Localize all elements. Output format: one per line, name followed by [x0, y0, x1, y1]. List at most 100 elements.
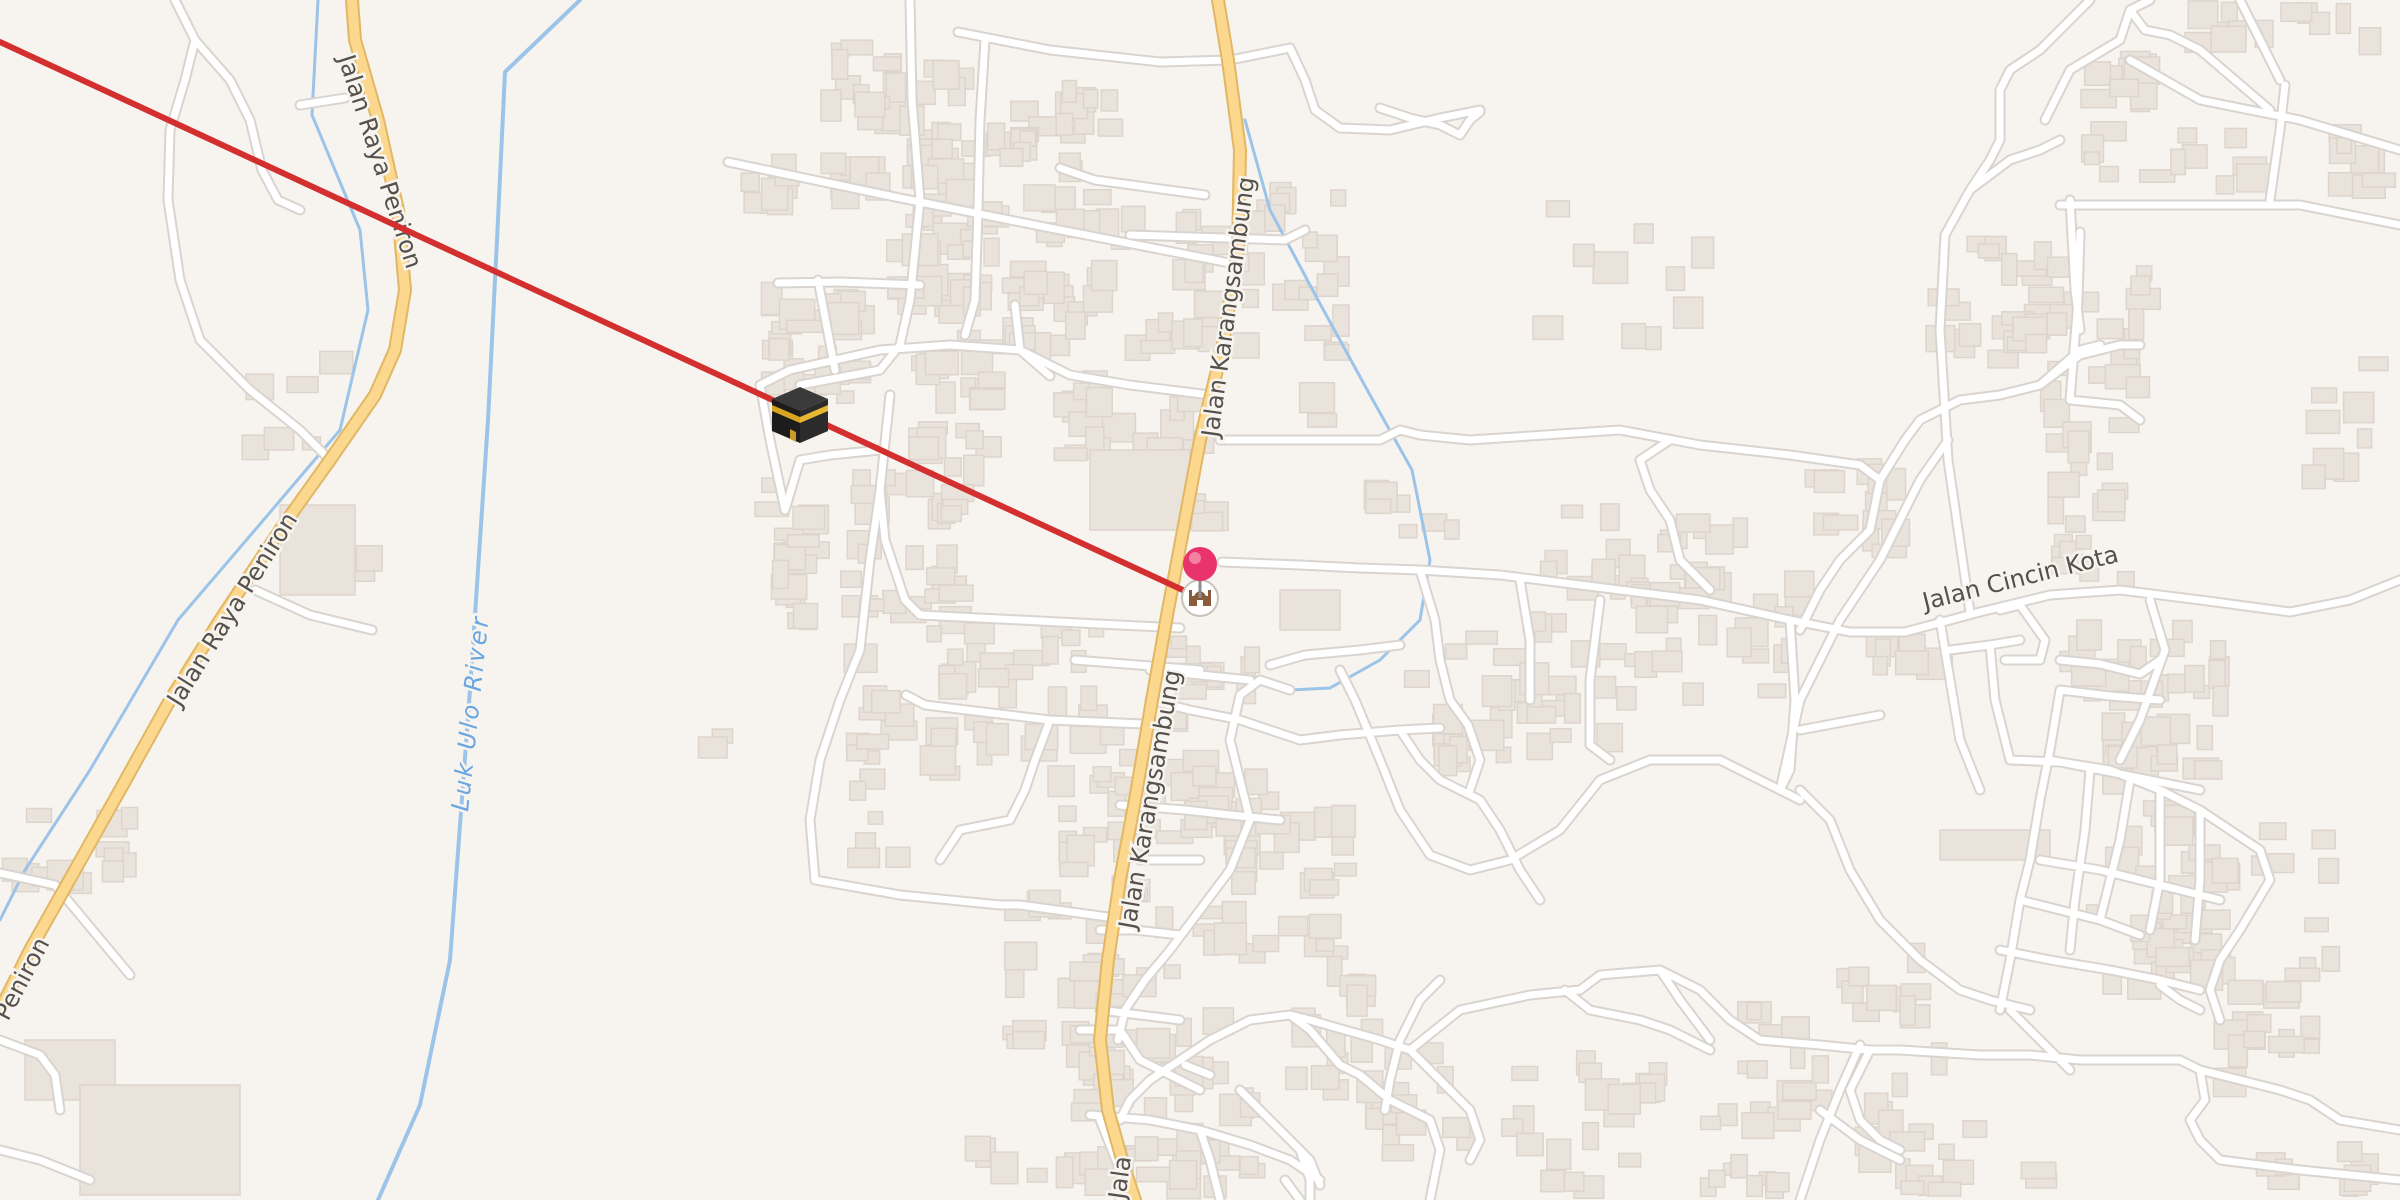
building [965, 429, 984, 450]
building [999, 147, 1024, 168]
building [1329, 189, 1347, 207]
building [768, 337, 790, 361]
building [1333, 862, 1357, 877]
building [2358, 27, 2382, 56]
building [2310, 387, 2338, 404]
building [2361, 172, 2397, 188]
building [1364, 498, 1392, 515]
building [25, 807, 53, 824]
kaaba-icon[interactable] [772, 387, 828, 443]
large-building [1279, 589, 1341, 631]
building [1443, 519, 1460, 540]
building [2193, 759, 2223, 780]
building [1134, 1136, 1159, 1162]
building [740, 172, 761, 193]
building [1012, 1030, 1046, 1050]
building [1120, 205, 1146, 233]
building [1090, 259, 1118, 292]
building [771, 559, 790, 590]
building [925, 567, 956, 586]
building [2096, 489, 2126, 513]
building [946, 648, 964, 666]
building [2187, 0, 2219, 30]
building [120, 806, 139, 830]
building [1977, 243, 2000, 259]
building [2181, 144, 2208, 169]
building [1526, 705, 1557, 724]
building [969, 388, 1006, 410]
building [2335, 2, 2352, 35]
building [977, 667, 1010, 688]
building [1304, 325, 1332, 342]
building [2083, 61, 2112, 87]
building [1381, 1143, 1415, 1162]
building [1866, 984, 1898, 1012]
building [2047, 496, 2065, 525]
building [1592, 251, 1629, 285]
building [1697, 614, 1718, 646]
building [1540, 1169, 1566, 1193]
building [820, 152, 847, 175]
building [2064, 515, 2086, 533]
building [2210, 25, 2247, 53]
building [931, 138, 953, 160]
building [1891, 1072, 1909, 1098]
building [2336, 1141, 2363, 1163]
building [2096, 452, 2114, 471]
building [319, 350, 354, 375]
building [1730, 1153, 1749, 1179]
building [926, 625, 942, 643]
building [1080, 685, 1098, 712]
building [867, 810, 884, 825]
building [908, 436, 940, 461]
building [1900, 1180, 1925, 1196]
building [1682, 682, 1704, 706]
building [2284, 967, 2321, 982]
building [1135, 1166, 1173, 1183]
building [1315, 938, 1335, 952]
building [1082, 88, 1099, 109]
building [1163, 964, 1181, 980]
building [1707, 1169, 1726, 1188]
building [1190, 511, 1224, 532]
building [1231, 870, 1257, 896]
building [1061, 629, 1081, 647]
building [2000, 252, 2018, 286]
building [1563, 692, 1582, 724]
building [1330, 804, 1357, 838]
building [1672, 296, 1704, 329]
building [2342, 391, 2375, 424]
building [1442, 1116, 1471, 1139]
building [820, 89, 842, 122]
building [872, 56, 902, 72]
building [2246, 1013, 2272, 1034]
building [1026, 1167, 1048, 1183]
building [2358, 356, 2389, 372]
building [1047, 686, 1068, 719]
building [1746, 1001, 1763, 1021]
building [962, 454, 985, 487]
building [1563, 1171, 1585, 1192]
building [2028, 286, 2065, 304]
building [2130, 275, 2151, 296]
building [2211, 857, 2239, 884]
building [2109, 78, 2140, 98]
building [786, 319, 823, 334]
building [1059, 861, 1089, 878]
building [2177, 127, 2198, 144]
building [1894, 650, 1930, 676]
building [1061, 79, 1078, 103]
building [1938, 1143, 1955, 1161]
building [1047, 765, 1075, 798]
building [935, 381, 956, 414]
building [2258, 822, 2287, 841]
building [854, 91, 886, 118]
building [987, 122, 1006, 151]
building [2311, 829, 2337, 850]
map-canvas[interactable]: Jalan Raya Peniron Jalan Raya Peniron Pe… [0, 0, 2400, 1200]
building [1651, 650, 1683, 673]
building [847, 847, 881, 869]
building [2356, 428, 2373, 449]
building [1285, 1066, 1308, 1091]
building [1635, 605, 1669, 634]
